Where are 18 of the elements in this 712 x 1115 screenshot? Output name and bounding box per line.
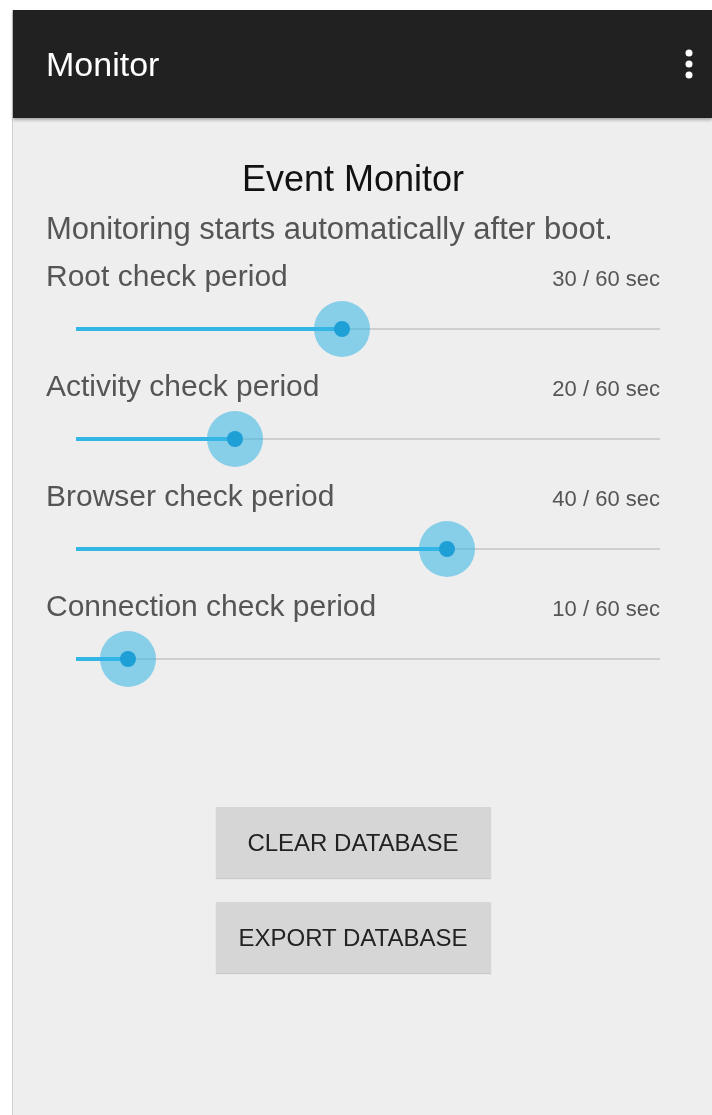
slider-label: Connection check period <box>46 589 377 623</box>
slider[interactable] <box>76 301 660 357</box>
slider[interactable] <box>76 521 660 577</box>
database-button[interactable]: EXPORT DATABASE <box>215 902 491 973</box>
slider[interactable] <box>76 411 660 467</box>
slider-label: Root check period <box>46 259 288 293</box>
slider-reading: 40 / 60 sec <box>552 486 660 512</box>
slider-reading: 10 / 60 sec <box>552 596 660 622</box>
slider-label: Activity check period <box>46 369 320 403</box>
description: Monitoring starts automatically after boot. <box>46 210 614 247</box>
overflow-menu-icon[interactable] <box>684 49 694 79</box>
database-button[interactable]: CLEAR DATABASE <box>215 807 491 878</box>
app-title: Monitor <box>46 44 160 84</box>
heading: Event Monitor <box>241 158 465 200</box>
slider-reading: 20 / 60 sec <box>552 376 660 402</box>
slider-reading: 30 / 60 sec <box>552 266 660 292</box>
slider-label: Browser check period <box>46 479 335 513</box>
slider[interactable] <box>76 631 660 687</box>
